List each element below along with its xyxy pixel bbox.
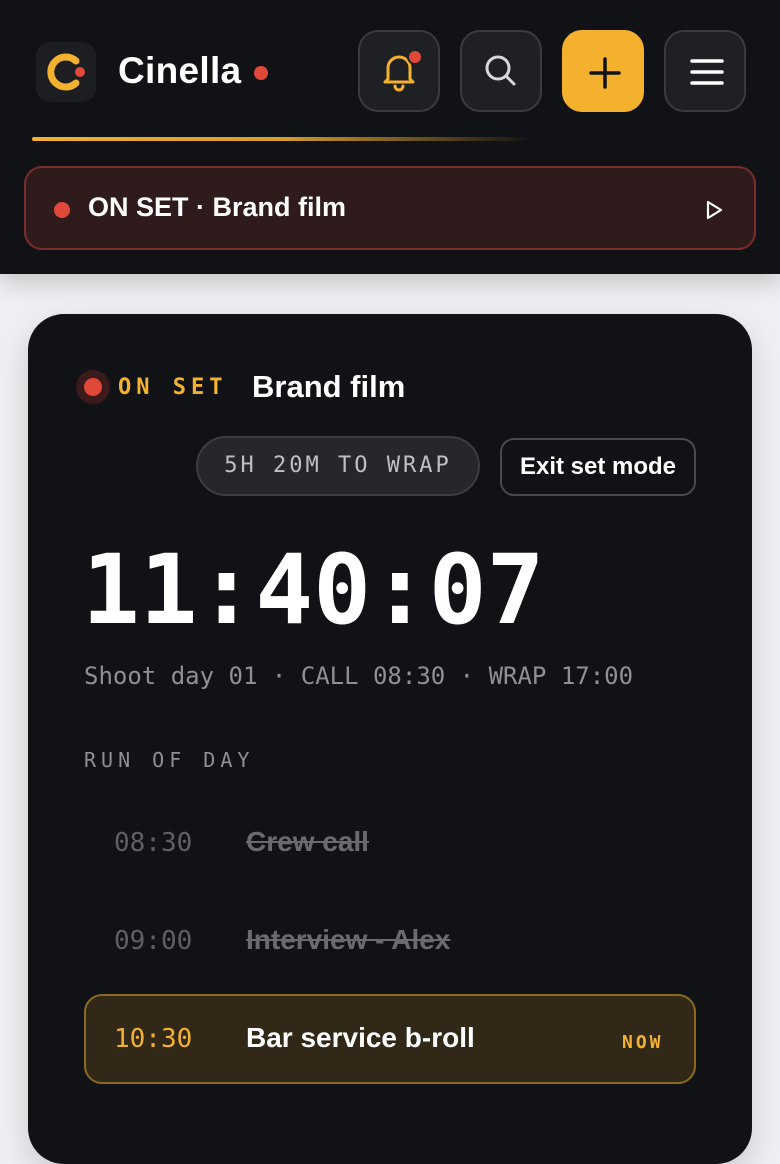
run-item-time: 09:00 — [114, 926, 193, 956]
recording-dot — [84, 378, 102, 396]
run-item-done[interactable]: 08:30 Crew call — [84, 798, 696, 888]
live-clock: 11:40:07 — [82, 534, 545, 646]
notification-badge — [407, 49, 423, 65]
plus-icon — [589, 57, 621, 89]
exit-set-mode-button[interactable]: Exit set mode — [500, 438, 696, 496]
now-badge: NOW — [622, 1032, 664, 1053]
wrap-countdown-pill: 5H 20M TO WRAP — [196, 436, 480, 496]
play-icon — [706, 200, 723, 220]
recording-indicator — [76, 370, 110, 404]
set-mode-card: ON SET Brand film 5H 20M TO WRAP Exit se… — [28, 314, 752, 1164]
cinella-logo-icon — [47, 53, 85, 91]
recording-dot — [54, 202, 70, 218]
app-logo[interactable] — [36, 42, 96, 102]
run-item-time: 10:30 — [114, 1024, 193, 1054]
run-of-day-heading: RUN OF DAY — [84, 748, 255, 772]
run-item-name: Bar service b-roll — [246, 1022, 475, 1053]
on-set-status-label: ON SET — [118, 375, 228, 400]
run-item-name: Crew call — [246, 826, 369, 857]
top-app-bar: Cinella ON SET · Brand film — [0, 0, 780, 274]
run-item-time: 08:30 — [114, 828, 193, 858]
bell-icon — [383, 55, 415, 92]
app-name: Cinella — [118, 50, 242, 91]
live-status-dot — [254, 66, 268, 80]
header-progress-line — [32, 137, 532, 141]
hamburger-menu-icon — [690, 59, 724, 85]
menu-button[interactable] — [664, 30, 746, 112]
run-item-name: Interview - Alex — [246, 924, 451, 955]
run-item-current[interactable]: 10:30 Bar service b-roll NOW — [84, 994, 696, 1084]
search-icon — [485, 55, 516, 86]
on-set-banner[interactable]: ON SET · Brand film — [24, 166, 756, 250]
add-button[interactable] — [562, 30, 644, 112]
notifications-button[interactable] — [358, 30, 440, 112]
shoot-day-info: Shoot day 01 · CALL 08:30 · WRAP 17:00 — [84, 662, 634, 690]
on-set-banner-label: ON SET · Brand film — [88, 192, 347, 222]
project-title: Brand film — [252, 369, 406, 404]
search-button[interactable] — [460, 30, 542, 112]
run-item-done[interactable]: 09:00 Interview - Alex — [84, 896, 696, 986]
